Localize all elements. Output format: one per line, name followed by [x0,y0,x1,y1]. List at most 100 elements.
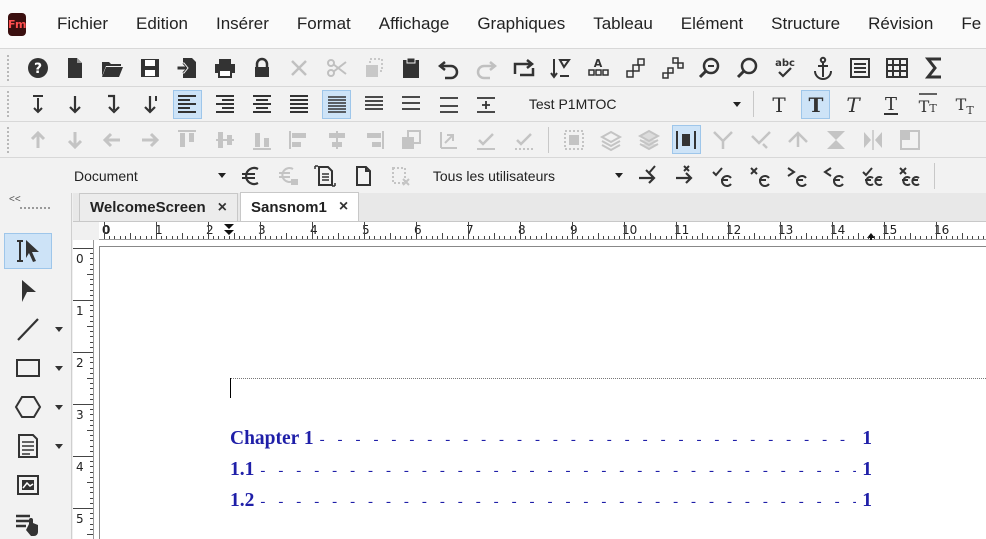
menu-edition[interactable]: Edition [122,14,202,34]
move-right-button[interactable] [135,125,164,154]
hand-tool[interactable] [4,506,52,539]
equation-button[interactable] [920,53,949,82]
paragraph-format-button[interactable] [621,53,650,82]
line-spacing-custom-button[interactable] [472,90,501,119]
open-button[interactable] [98,53,127,82]
find-replace-button[interactable] [696,53,725,82]
close-icon[interactable]: × [339,198,348,216]
rectangle-tool[interactable] [4,350,52,386]
space-below-button[interactable] [23,90,52,119]
distribute-button[interactable] [472,125,501,154]
character-format-button[interactable]: A [584,53,613,82]
line-spacing-double-button[interactable] [434,90,463,119]
rectangle-tool-menu-caret[interactable] [55,366,63,371]
smart-spaces-button[interactable] [546,53,575,82]
next-change-button[interactable] [783,161,812,190]
text-frame-tool[interactable] [4,428,52,464]
table-format-button[interactable] [659,53,688,82]
unsmooth-button[interactable] [821,125,850,154]
menu-tableau[interactable]: Tableau [579,14,667,34]
line-spacing-wide-button[interactable] [397,90,426,119]
print-button[interactable] [210,53,239,82]
spell-check-button[interactable]: abc [771,53,800,82]
tab-welcomescreen[interactable]: WelcomeScreen × [79,193,238,221]
menu-graphiques[interactable]: Graphiques [463,14,579,34]
menu-affichage[interactable]: Affichage [365,14,464,34]
accept-button[interactable] [708,161,737,190]
undo-button[interactable] [434,53,463,82]
delete-button[interactable] [285,53,314,82]
subscript-button[interactable]: TT [951,90,980,119]
horizontal-ruler[interactable]: 0 1 2 3 4 5 6 7 8 9 10 11 12 13 14 15 16 [99,222,986,242]
paragraph-style-dropdown[interactable]: Test P1MTOC [521,91,747,117]
toolbar-grip[interactable] [7,54,13,81]
search-button[interactable] [733,53,762,82]
compare-button[interactable] [386,161,415,190]
palette-collapse-button[interactable]: << [0,193,71,205]
vertical-ruler[interactable]: 0 1 2 3 4 5 [73,240,94,539]
runaround-button[interactable] [671,125,701,154]
page-button[interactable] [348,161,377,190]
toolbar-grip[interactable] [7,126,13,153]
menu-element[interactable]: Elément [667,14,757,34]
justify-button[interactable] [285,90,314,119]
group-button[interactable] [559,125,588,154]
import-button[interactable] [173,53,202,82]
space-down-button[interactable] [61,90,90,119]
insert-table-button[interactable] [883,53,912,82]
align-bottoms-button[interactable] [247,125,276,154]
toolbar-grip[interactable] [7,91,13,117]
save-button[interactable] [135,53,164,82]
flip-left-right-button[interactable] [858,125,887,154]
redo-button[interactable] [472,53,501,82]
reject-all-button[interactable] [895,161,924,190]
paste-button[interactable] [397,53,426,82]
line-spacing-medium-button[interactable] [360,90,389,119]
preview-button[interactable] [311,161,340,190]
send-back-button[interactable] [434,125,463,154]
reject-button[interactable] [745,161,774,190]
align-center-button[interactable] [247,90,276,119]
text-frame-tool-menu-caret[interactable] [55,444,63,449]
line-tool-menu-caret[interactable] [55,327,63,332]
help-button[interactable]: ? [23,53,52,82]
previous-change-button[interactable] [820,161,849,190]
align-middles-button[interactable] [210,125,239,154]
menu-revision[interactable]: Révision [854,14,947,34]
palette-grip[interactable] [20,207,50,215]
variable-button[interactable] [845,53,874,82]
align-rights-button[interactable] [360,125,389,154]
align-tops-button[interactable] [173,125,202,154]
line-spacing-single-button[interactable] [322,89,352,119]
align-centers-button[interactable] [322,125,351,154]
reshape-button[interactable] [509,125,538,154]
object-select-tool[interactable] [4,272,52,308]
euro-lock-button[interactable] [274,161,303,190]
layers-down-button[interactable] [634,125,663,154]
menu-fichier[interactable]: Fichier [43,14,122,34]
polygon-tool-menu-caret[interactable] [55,405,63,410]
copy-button[interactable] [360,53,389,82]
reject-next-button[interactable] [670,161,699,190]
lock-button[interactable] [247,53,276,82]
toc-entry[interactable]: Chapter 1 - - - - - - - - - - - - - - - … [230,428,872,450]
smooth-button[interactable] [784,125,813,154]
rotate-button[interactable] [746,125,775,154]
move-up-button[interactable] [23,125,52,154]
repeat-button[interactable] [509,53,538,82]
users-dropdown[interactable]: Tous les utilisateurs [425,163,629,189]
flip-up-down-button[interactable] [709,125,738,154]
toc-entry[interactable]: 1.1 - - - - - - - - - - - - - - - - - - … [230,459,872,481]
app-logo[interactable]: Fm [8,12,26,36]
bold-button[interactable]: T [801,89,831,119]
smart-select-tool[interactable] [4,233,52,269]
euro-button[interactable] [236,161,265,190]
space-above-button[interactable] [98,90,127,119]
line-spacing-button[interactable] [135,90,164,119]
underline-button[interactable]: T [876,90,905,119]
move-left-button[interactable] [98,125,127,154]
superscript-button[interactable]: TT [914,90,943,119]
italic-button[interactable]: T [839,90,868,119]
toc-entry[interactable]: 1.2 - - - - - - - - - - - - - - - - - - … [230,490,872,512]
document-canvas[interactable]: Chapter 1 - - - - - - - - - - - - - - - … [94,240,986,539]
